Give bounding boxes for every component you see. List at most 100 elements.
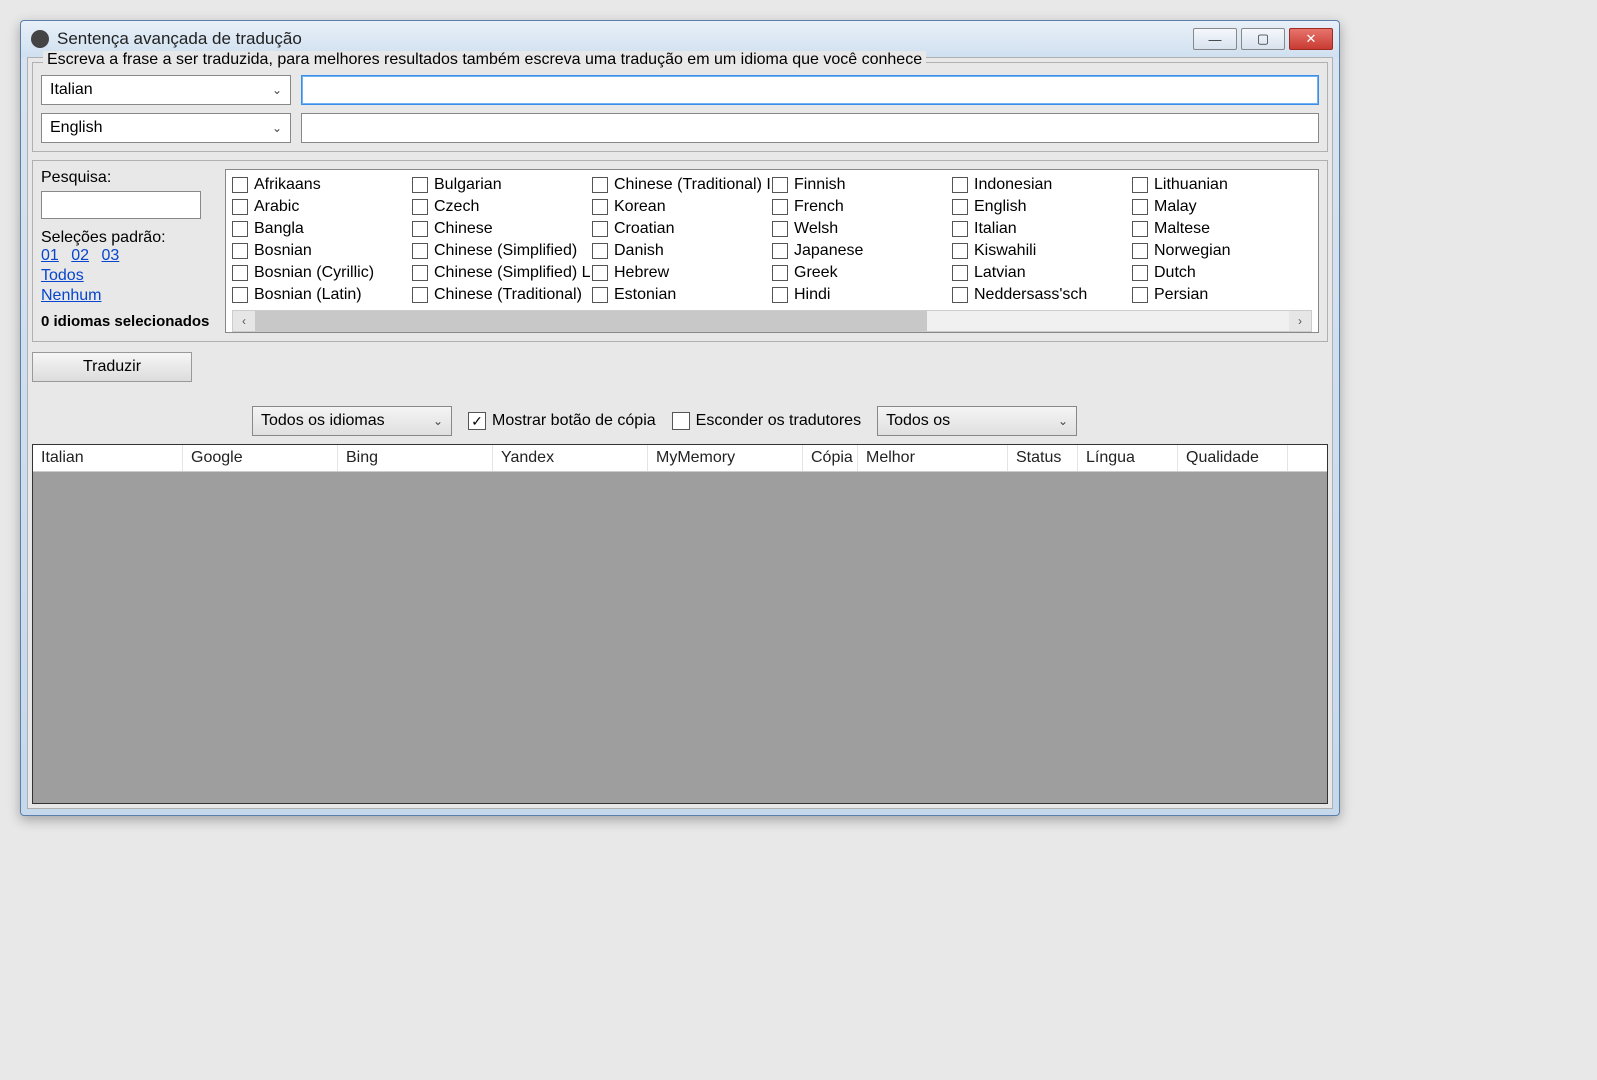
language-checkbox-item[interactable]: Bosnian [232, 242, 412, 260]
column-header[interactable]: Cópia [803, 445, 858, 471]
target-text-input[interactable] [301, 113, 1319, 143]
language-checkbox-item[interactable]: Japanese [772, 242, 952, 260]
presets-label: Seleções padrão: [41, 229, 215, 247]
column-header[interactable]: Língua [1078, 445, 1178, 471]
show-copy-checkbox[interactable]: Mostrar botão de cópia [468, 412, 656, 430]
target-language-select[interactable]: English ⌄ [41, 113, 291, 143]
hide-translators-checkbox[interactable]: Esconder os tradutores [672, 412, 861, 430]
language-checkbox-item[interactable]: Chinese (Traditional) I [592, 176, 772, 194]
language-label: Persian [1154, 286, 1208, 304]
chevron-down-icon: ⌄ [272, 121, 282, 135]
language-label: Indonesian [974, 176, 1052, 194]
checkbox-icon [412, 177, 428, 193]
preset-link-01[interactable]: 01 [41, 247, 59, 264]
checkbox-icon [772, 221, 788, 237]
language-checkbox-item[interactable]: French [772, 198, 952, 216]
translate-button[interactable]: Traduzir [32, 352, 192, 382]
language-checkbox-item[interactable]: Czech [412, 198, 592, 216]
language-checkbox-item[interactable]: Kiswahili [952, 242, 1132, 260]
language-checkbox-item[interactable]: Chinese [412, 220, 592, 238]
language-checkbox-item[interactable]: Lithuanian [1132, 176, 1312, 194]
checkbox-icon [412, 221, 428, 237]
checkbox-icon [772, 199, 788, 215]
scroll-thumb[interactable] [255, 311, 927, 331]
language-checkbox-item[interactable]: Korean [592, 198, 772, 216]
column-header[interactable]: Google [183, 445, 338, 471]
preset-link-03[interactable]: 03 [102, 247, 120, 264]
language-checkbox-item[interactable]: Bulgarian [412, 176, 592, 194]
chevron-down-icon: ⌄ [433, 414, 443, 428]
scroll-track[interactable] [255, 311, 1289, 331]
column-header[interactable]: Qualidade [1178, 445, 1288, 471]
language-checkbox-item[interactable]: Hindi [772, 286, 952, 304]
language-checkbox-item[interactable]: Italian [952, 220, 1132, 238]
source-text-input[interactable] [301, 75, 1319, 105]
target-language-value: English [50, 119, 102, 137]
scroll-left-icon[interactable]: ‹ [233, 311, 255, 331]
language-checkbox-item[interactable]: Maltese [1132, 220, 1312, 238]
preset-link-none[interactable]: Nenhum [41, 287, 101, 304]
language-checkbox-item[interactable]: Arabic [232, 198, 412, 216]
translate-button-label: Traduzir [83, 358, 141, 376]
language-checkbox-item[interactable]: Persian [1132, 286, 1312, 304]
checkbox-icon [1132, 265, 1148, 281]
language-checkbox-item[interactable]: Chinese (Simplified) [412, 242, 592, 260]
language-filter-select[interactable]: Todos os idiomas ⌄ [252, 406, 452, 436]
search-input[interactable] [41, 191, 201, 219]
checkbox-icon [772, 243, 788, 259]
language-label: Bangla [254, 220, 304, 238]
language-label: English [974, 198, 1026, 216]
column-header[interactable]: Yandex [493, 445, 648, 471]
checkbox-icon [772, 177, 788, 193]
column-header[interactable]: MyMemory [648, 445, 803, 471]
language-checkbox-item[interactable]: Croatian [592, 220, 772, 238]
checkbox-icon [232, 199, 248, 215]
language-checkbox-item[interactable]: Neddersass'sch [952, 286, 1132, 304]
hide-translators-label: Esconder os tradutores [696, 412, 861, 430]
language-checkbox-item[interactable]: Bosnian (Cyrillic) [232, 264, 412, 282]
maximize-button[interactable]: ▢ [1241, 28, 1285, 50]
language-list-panel: Afrikaans Arabic Bangla Bosnian Bosnian (Cyr… [225, 169, 1319, 333]
language-checkbox-item[interactable]: Dutch [1132, 264, 1312, 282]
preset-link-02[interactable]: 02 [71, 247, 89, 264]
language-checkbox-item[interactable]: Finnish [772, 176, 952, 194]
language-checkbox-item[interactable]: Hebrew [592, 264, 772, 282]
checkbox-icon [952, 221, 968, 237]
language-checkbox-item[interactable]: Norwegian [1132, 242, 1312, 260]
checkbox-icon [1132, 199, 1148, 215]
language-label: Lithuanian [1154, 176, 1228, 194]
language-checkbox-item[interactable]: Chinese (Traditional) [412, 286, 592, 304]
language-label: Korean [614, 198, 666, 216]
language-checkbox-item[interactable]: Malay [1132, 198, 1312, 216]
checkbox-icon [592, 221, 608, 237]
language-checkbox-item[interactable]: Indonesian [952, 176, 1132, 194]
column-header[interactable]: Status [1008, 445, 1078, 471]
close-button[interactable]: ✕ [1289, 28, 1333, 50]
language-checkbox-item[interactable]: Chinese (Simplified) L [412, 264, 592, 282]
horizontal-scrollbar[interactable]: ‹ › [232, 310, 1312, 332]
checkbox-icon [952, 265, 968, 281]
column-header[interactable]: Melhor [858, 445, 1008, 471]
source-language-select[interactable]: Italian ⌄ [41, 75, 291, 105]
language-label: Croatian [614, 220, 674, 238]
preset-link-all[interactable]: Todos [41, 267, 84, 284]
language-checkbox-item[interactable]: Welsh [772, 220, 952, 238]
column-header[interactable]: Italian [33, 445, 183, 471]
language-label: Maltese [1154, 220, 1210, 238]
preset-links: 01 02 03 Todos Nenhum [41, 247, 215, 305]
translator-filter-select[interactable]: Todos os ⌄ [877, 406, 1077, 436]
language-checkbox-item[interactable]: Bosnian (Latin) [232, 286, 412, 304]
language-checkbox-item[interactable]: Danish [592, 242, 772, 260]
minimize-button[interactable]: — [1193, 28, 1237, 50]
language-checkbox-item[interactable]: Greek [772, 264, 952, 282]
language-checkbox-item[interactable]: Afrikaans [232, 176, 412, 194]
scroll-right-icon[interactable]: › [1289, 311, 1311, 331]
column-header[interactable]: Bing [338, 445, 493, 471]
checkbox-icon [1132, 221, 1148, 237]
client-area: Escreva a frase a ser traduzida, para me… [27, 57, 1333, 809]
language-checkbox-item[interactable]: English [952, 198, 1132, 216]
language-checkbox-item[interactable]: Bangla [232, 220, 412, 238]
language-checkbox-item[interactable]: Latvian [952, 264, 1132, 282]
language-checkbox-item[interactable]: Estonian [592, 286, 772, 304]
checkbox-icon [1132, 243, 1148, 259]
